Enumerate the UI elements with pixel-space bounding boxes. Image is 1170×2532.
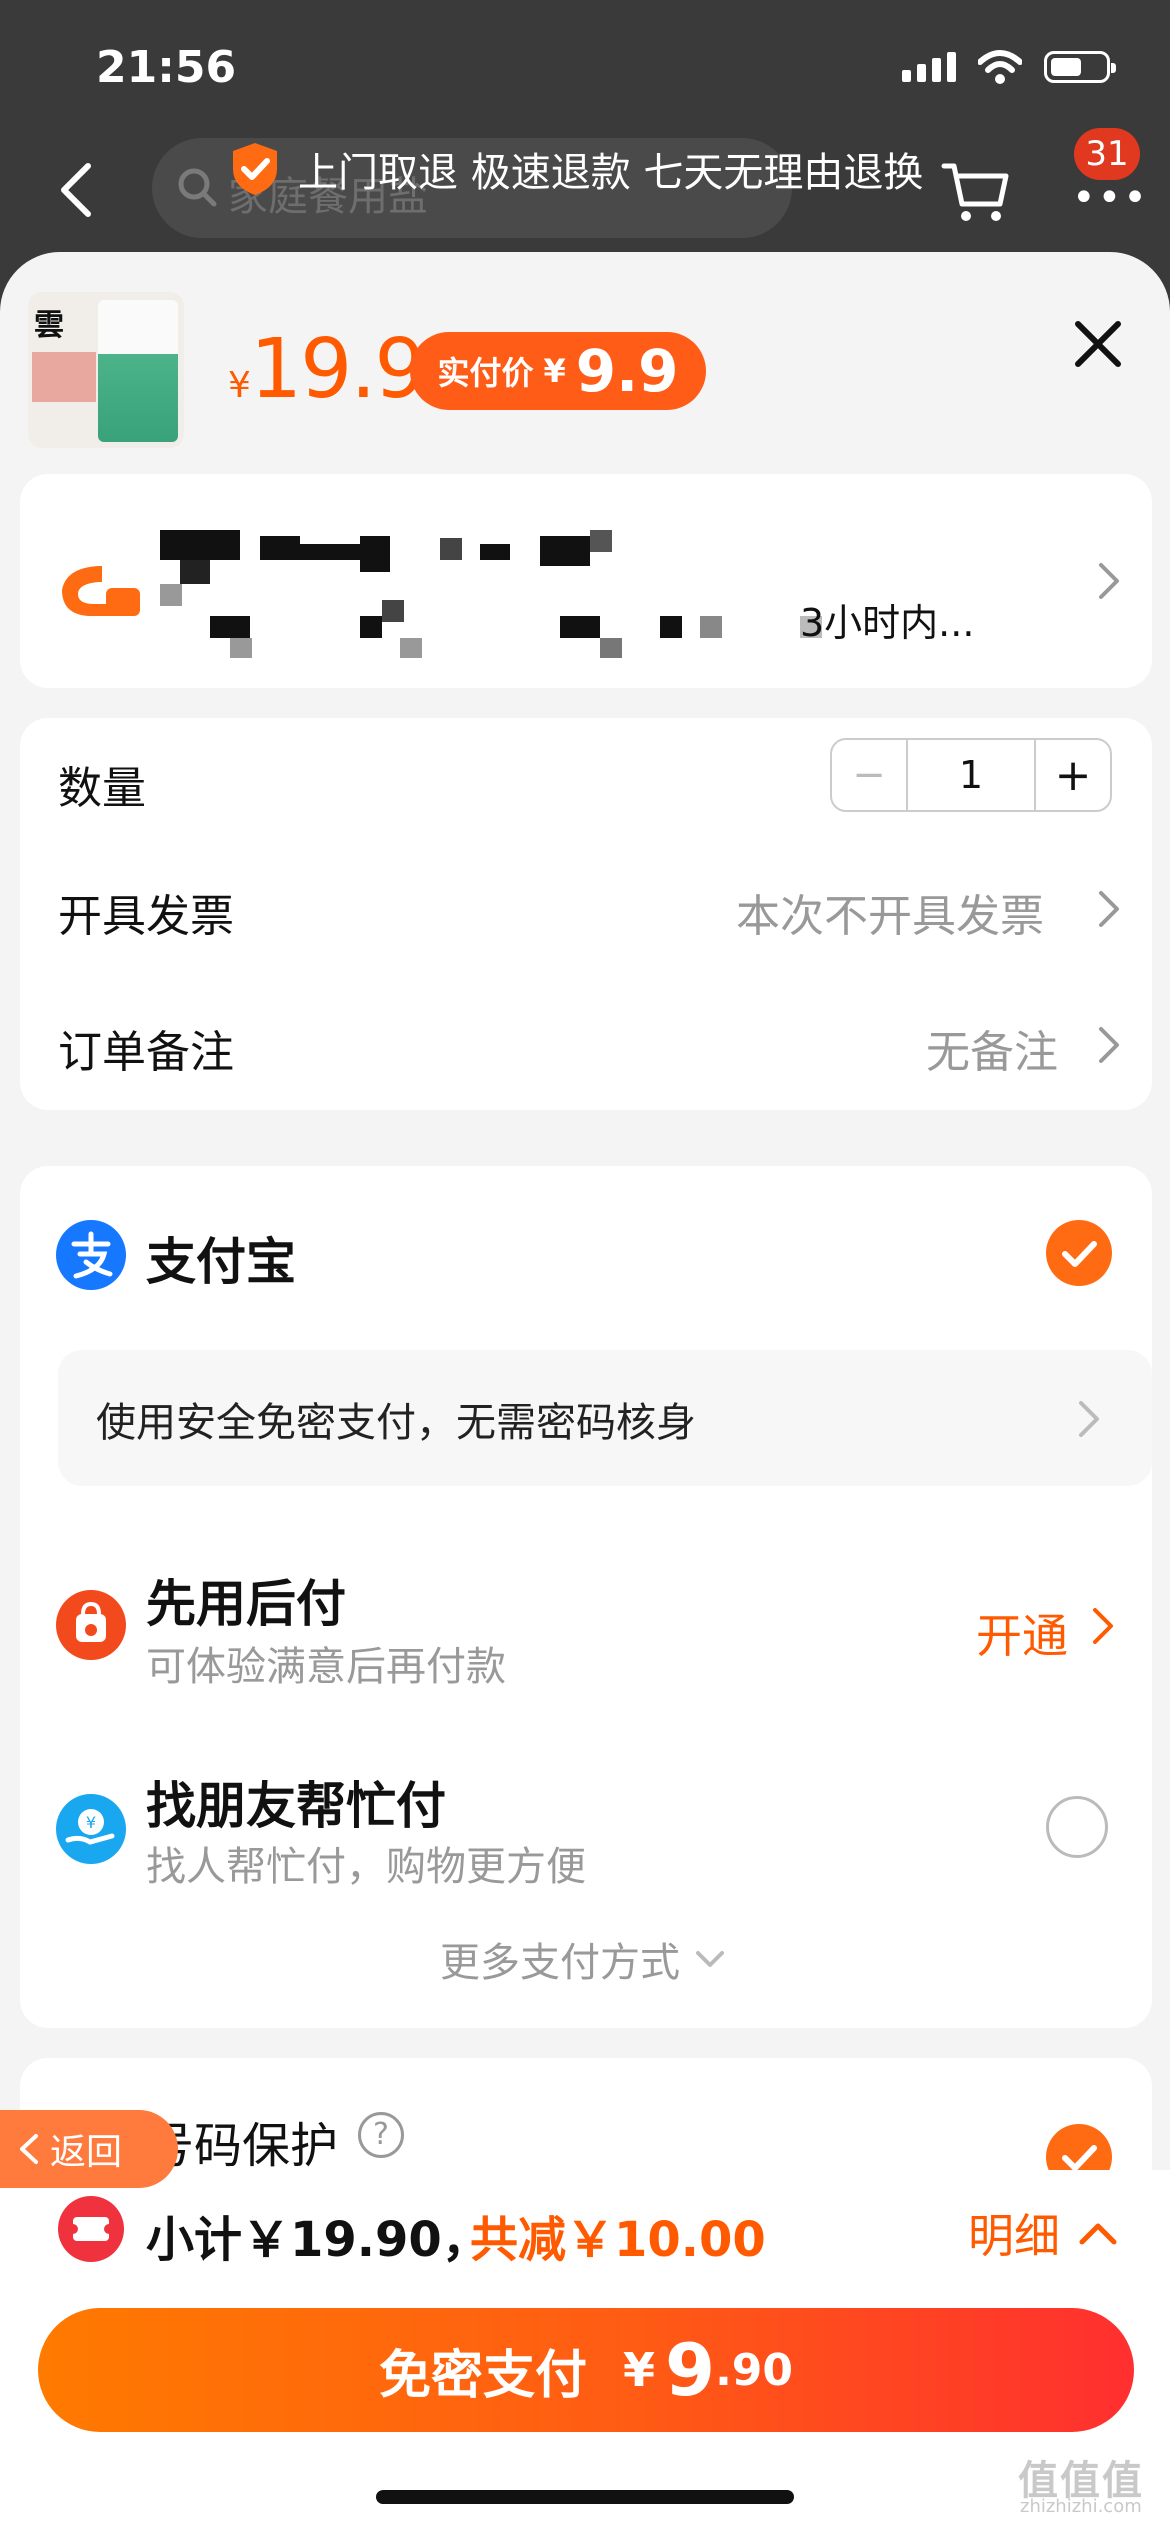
friend-pay-icon: ¥ [56, 1794, 126, 1864]
chevron-right-icon [1099, 563, 1119, 599]
address-tail-text: 3小时内... [800, 601, 975, 645]
coupon-ticket-icon [58, 2196, 124, 2262]
service-banner: 上门取退 极速退款 七天无理由退换 [230, 140, 923, 198]
watermark-url: zhizhizhi.com [1020, 2496, 1142, 2517]
help-icon[interactable]: ? [358, 2112, 404, 2158]
quantity-stepper: − 1 + [830, 738, 1112, 812]
password-free-text: 使用安全免密支付，无需密码核身 [96, 1400, 696, 1446]
pay-button-amount-integer: 9 [664, 2328, 716, 2412]
back-arrow-icon[interactable] [56, 160, 96, 220]
pay-button-label: 免密支付 [378, 2345, 587, 2406]
more-payment-toggle[interactable]: 更多支付方式 [440, 1930, 726, 1988]
chevron-right-icon [1079, 1401, 1099, 1437]
friend-pay-radio[interactable] [1046, 1796, 1108, 1858]
quantity-plus-button[interactable]: + [1036, 740, 1110, 810]
more-payment-label: 更多支付方式 [440, 1940, 680, 1986]
note-label: 订单备注 [58, 1027, 234, 1078]
chevron-down-icon [696, 1951, 724, 1967]
svg-text:¥: ¥ [86, 1813, 96, 1832]
search-icon [178, 168, 217, 207]
pay-later-subtitle: 可体验满意后再付款 [146, 1644, 506, 1690]
invoice-label: 开具发票 [58, 891, 234, 942]
quantity-value[interactable]: 1 [906, 740, 1036, 810]
friend-pay-subtitle: 找人帮忙付，购物更方便 [146, 1844, 586, 1890]
service-banner-text: 上门取退 极速退款 七天无理由退换 [298, 150, 924, 196]
quantity-minus-button[interactable]: − [832, 740, 906, 810]
product-image: 雲 [28, 292, 184, 448]
back-button[interactable]: 返回 [0, 2110, 178, 2188]
real-price-label: 实付价 [437, 354, 534, 392]
discount-text: 共减￥10.00 [470, 2212, 766, 2268]
pay-button[interactable]: 免密支付 ¥ 9 .90 [38, 2308, 1134, 2432]
pay-later-icon [56, 1590, 126, 1660]
quantity-label: 数量 [58, 763, 146, 814]
alipay-label: 支付宝 [146, 1233, 296, 1291]
price-symbol: ¥ [228, 365, 251, 406]
pay-button-symbol: ¥ [622, 2343, 655, 2397]
wifi-icon [978, 50, 1022, 84]
more-icon[interactable]: ••• [1072, 175, 1149, 221]
note-value: 无备注 [926, 1027, 1058, 1078]
cart-badge: 31 [1074, 128, 1140, 180]
back-button-label: 返回 [50, 2132, 123, 2173]
real-price-symbol: ¥ [543, 352, 566, 390]
shield-check-icon [233, 143, 277, 195]
alipay-icon [56, 1220, 126, 1290]
home-indicator [376, 2490, 794, 2504]
cart-icon[interactable] [940, 160, 1012, 224]
chevron-right-icon [1099, 1027, 1119, 1063]
alipay-check-icon[interactable] [1046, 1220, 1112, 1286]
chevron-left-icon [20, 2134, 38, 2164]
detail-toggle[interactable]: 明细 [968, 2200, 1118, 2266]
status-icons [902, 50, 1116, 84]
invoice-value: 本次不开具发票 [736, 891, 1044, 942]
location-icon [62, 566, 140, 616]
product-price: 19.9 [250, 322, 427, 417]
address-redacted [160, 530, 822, 658]
pay-later-title: 先用后付 [146, 1575, 346, 1633]
battery-icon [1044, 51, 1116, 83]
chevron-right-icon [1099, 891, 1119, 927]
chevron-right-icon [1093, 1608, 1113, 1644]
signal-icon [902, 52, 956, 82]
subtotal-text: 小计￥19.90， [146, 2212, 490, 2268]
pay-button-amount-decimal: .90 [715, 2344, 794, 2396]
friend-pay-title: 找朋友帮忙付 [146, 1777, 446, 1835]
status-time: 21:56 [96, 42, 237, 93]
close-icon[interactable] [1070, 316, 1126, 372]
chevron-up-icon [1079, 2223, 1117, 2245]
detail-label: 明细 [968, 2209, 1060, 2263]
real-price-badge: 实付价 ¥ 9.9 [410, 332, 706, 410]
pay-later-open-link[interactable]: 开通 [976, 1600, 1068, 1666]
real-price-value: 9.9 [575, 337, 679, 405]
